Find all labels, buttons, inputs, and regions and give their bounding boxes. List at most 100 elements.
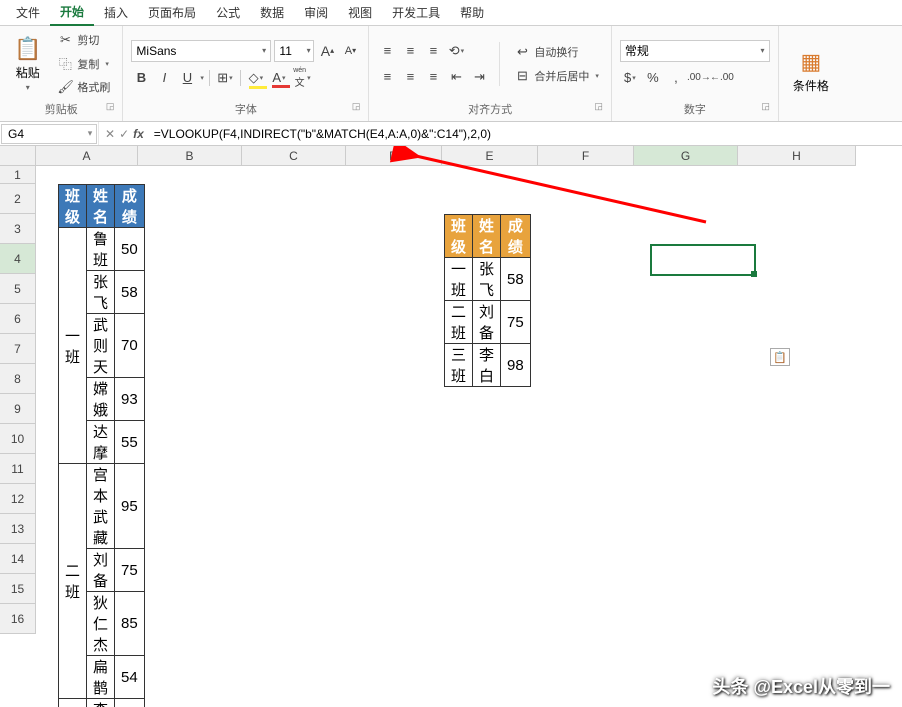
data-cell[interactable]: 二班: [445, 301, 473, 344]
dialog-launcher-icon[interactable]: ◲: [761, 101, 770, 112]
data-cell[interactable]: 85: [115, 592, 145, 656]
row-header-16[interactable]: 16: [0, 604, 36, 634]
align-left-button[interactable]: ≡: [377, 67, 397, 87]
row-header-1[interactable]: 1: [0, 166, 36, 184]
fill-handle[interactable]: [751, 271, 757, 277]
column-header-A[interactable]: A: [36, 146, 138, 166]
data-cell[interactable]: 75: [501, 301, 531, 344]
select-all-button[interactable]: [0, 146, 36, 166]
increase-font-button[interactable]: A▴: [317, 41, 337, 61]
align-right-button[interactable]: ≡: [423, 67, 443, 87]
merge-center-button[interactable]: ⊟合并后居中▾: [510, 66, 603, 86]
dialog-launcher-icon[interactable]: ◲: [594, 101, 603, 112]
data-cell[interactable]: 张飞: [473, 258, 501, 301]
menu-item-开始[interactable]: 开始: [50, 0, 94, 26]
column-header-H[interactable]: H: [738, 146, 856, 166]
align-bottom-button[interactable]: ≡: [423, 41, 443, 61]
format-painter-button[interactable]: 🖌格式刷: [53, 77, 114, 97]
font-name-input[interactable]: [132, 44, 257, 58]
column-header-G[interactable]: G: [634, 146, 738, 166]
menu-item-文件[interactable]: 文件: [6, 0, 50, 25]
percent-button[interactable]: %: [643, 68, 663, 88]
data-cell[interactable]: 三班: [445, 344, 473, 387]
data-cell[interactable]: 58: [115, 271, 145, 314]
paste-button[interactable]: 📋 粘贴 ▾: [8, 32, 47, 96]
data-cell[interactable]: 李白: [473, 344, 501, 387]
decrease-decimal-button[interactable]: ←.00: [712, 68, 732, 88]
bold-button[interactable]: B: [131, 68, 151, 88]
data-cell[interactable]: 55: [115, 421, 145, 464]
menu-item-公式[interactable]: 公式: [206, 0, 250, 25]
data-cell[interactable]: 70: [115, 314, 145, 378]
class-cell[interactable]: 一班: [59, 228, 87, 464]
menu-item-插入[interactable]: 插入: [94, 0, 138, 25]
data-cell[interactable]: 武则天: [87, 314, 115, 378]
number-format-combo[interactable]: ▾: [620, 40, 770, 62]
data-cell[interactable]: 98: [115, 699, 145, 707]
row-header-2[interactable]: 2: [0, 184, 36, 214]
data-cell[interactable]: 95: [115, 464, 145, 549]
name-box-dropdown[interactable]: ▾: [84, 128, 96, 139]
menu-item-视图[interactable]: 视图: [338, 0, 382, 25]
menu-item-开发工具[interactable]: 开发工具: [382, 0, 450, 25]
data-cell[interactable]: 93: [115, 378, 145, 421]
decrease-font-button[interactable]: A▾: [340, 41, 360, 61]
decrease-indent-button[interactable]: ⇤: [446, 67, 466, 87]
accounting-format-button[interactable]: $: [620, 68, 640, 88]
row-header-3[interactable]: 3: [0, 214, 36, 244]
orientation-button[interactable]: ⟲: [446, 41, 466, 61]
name-box-input[interactable]: [2, 127, 84, 141]
font-size-combo[interactable]: ▾: [274, 40, 314, 62]
class-cell[interactable]: 三班: [59, 699, 87, 707]
menu-item-数据[interactable]: 数据: [250, 0, 294, 25]
column-header-D[interactable]: D: [346, 146, 442, 166]
data-cell[interactable]: 宫本武藏: [87, 464, 115, 549]
row-header-12[interactable]: 12: [0, 484, 36, 514]
dialog-launcher-icon[interactable]: ◲: [352, 101, 361, 112]
data-cell[interactable]: 狄仁杰: [87, 592, 115, 656]
row-header-4[interactable]: 4: [0, 244, 36, 274]
data-cell[interactable]: 58: [501, 258, 531, 301]
row-header-5[interactable]: 5: [0, 274, 36, 304]
borders-button[interactable]: ⊞: [215, 68, 235, 88]
name-box[interactable]: ▾: [1, 124, 97, 144]
cancel-formula-button[interactable]: ✕: [105, 127, 115, 141]
row-header-15[interactable]: 15: [0, 574, 36, 604]
menu-item-页面布局[interactable]: 页面布局: [138, 0, 206, 25]
font-name-combo[interactable]: ▾: [131, 40, 271, 62]
data-cell[interactable]: 达摩: [87, 421, 115, 464]
data-cell[interactable]: 刘备: [87, 549, 115, 592]
phonetic-button[interactable]: wén文: [292, 68, 312, 88]
underline-button[interactable]: U: [177, 68, 197, 88]
data-cell[interactable]: 98: [501, 344, 531, 387]
row-header-10[interactable]: 10: [0, 424, 36, 454]
class-cell[interactable]: 二班: [59, 464, 87, 699]
data-cell[interactable]: 一班: [445, 258, 473, 301]
font-size-input[interactable]: [275, 44, 303, 58]
column-header-C[interactable]: C: [242, 146, 346, 166]
menu-item-帮助[interactable]: 帮助: [450, 0, 494, 25]
fill-color-button[interactable]: ◇: [246, 68, 266, 88]
copy-button[interactable]: ⿻复制▾: [53, 52, 114, 75]
confirm-formula-button[interactable]: ✓: [119, 127, 129, 141]
data-cell[interactable]: 张飞: [87, 271, 115, 314]
menu-item-审阅[interactable]: 审阅: [294, 0, 338, 25]
data-cell[interactable]: 嫦娥: [87, 378, 115, 421]
increase-decimal-button[interactable]: .00→: [689, 68, 709, 88]
conditional-formatting-button[interactable]: ▦ 条件格: [787, 45, 835, 98]
align-middle-button[interactable]: ≡: [400, 41, 420, 61]
row-header-6[interactable]: 6: [0, 304, 36, 334]
column-header-F[interactable]: F: [538, 146, 634, 166]
align-top-button[interactable]: ≡: [377, 41, 397, 61]
data-cell[interactable]: 扁鹊: [87, 656, 115, 699]
row-header-13[interactable]: 13: [0, 514, 36, 544]
fx-button[interactable]: fx: [133, 127, 144, 141]
data-cell[interactable]: 鲁班: [87, 228, 115, 271]
align-center-button[interactable]: ≡: [400, 67, 420, 87]
cut-button[interactable]: ✂剪切: [53, 30, 114, 50]
comma-button[interactable]: ,: [666, 68, 686, 88]
row-header-9[interactable]: 9: [0, 394, 36, 424]
row-header-7[interactable]: 7: [0, 334, 36, 364]
paste-options-button[interactable]: 📋: [770, 348, 790, 366]
data-cell[interactable]: 54: [115, 656, 145, 699]
